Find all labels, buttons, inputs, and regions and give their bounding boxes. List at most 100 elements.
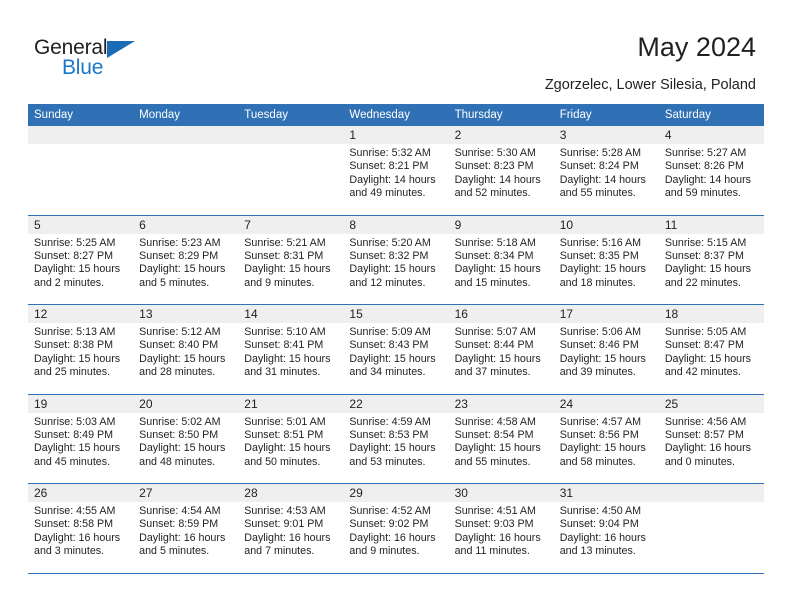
day-details: Sunrise: 4:53 AM Sunset: 9:01 PM Daylight:… [238,502,343,559]
calendar-day-cell[interactable]: 16 Sunrise: 5:07 AM Sunset: 8:44 PM Dayligh… [448,305,554,394]
day-detail-line: Sunrise: 4:57 AM [559,415,642,428]
day-detail-line: Sunset: 8:50 PM [139,428,219,441]
calendar-grid: Sunday Monday Tuesday Wednesday Thursday Frid… [28,104,764,574]
day-number-band: 6 [133,215,239,234]
day-details: Sunrise: 5:09 AM Sunset: 8:43 PM Daylight:… [343,323,448,380]
day-detail-line: and 49 minutes. [349,187,426,200]
day-detail-line: Sunset: 8:49 PM [34,428,114,441]
calendar-day-cell[interactable]: 9 Sunrise: 5:18 AM Sunset: 8:34 PM Daylight… [448,215,554,305]
calendar-day-cell[interactable]: 13 Sunrise: 5:12 AM Sunset: 8:40 PM Dayligh… [133,305,239,394]
calendar-day-cell[interactable]: 25 Sunrise: 4:56 AM Sunset: 8:57 PM Dayligh… [658,394,764,484]
day-detail-line: and 5 minutes. [139,276,210,289]
day-detail-line: Daylight: 16 hours [454,531,541,544]
calendar-day-cell[interactable]: 30 Sunrise: 4:51 AM Sunset: 9:03 PM Dayligh… [448,484,554,573]
weekday-header-tuesday: Tuesday [244,109,288,121]
day-detail-line: Sunrise: 5:02 AM [139,415,221,428]
day-number: 2 [454,128,462,142]
day-details: Sunrise: 5:15 AM Sunset: 8:37 PM Daylight:… [659,234,764,291]
day-number-band: 27 [133,484,239,502]
calendar-day-cell[interactable]: 28 Sunrise: 4:53 AM Sunset: 9:01 PM Dayligh… [238,484,344,573]
calendar-day-cell[interactable]: 6 Sunrise: 5:23 AM Sunset: 8:29 PM Daylight… [133,215,239,305]
calendar-day-cell[interactable]: 3 Sunrise: 5:28 AM Sunset: 8:24 PM Daylight… [553,126,659,215]
day-details: Sunrise: 5:32 AM Sunset: 8:21 PM Daylight:… [343,144,448,201]
general-blue-logo[interactable]: General Blue [34,36,174,84]
day-number-band: 17 [553,305,659,323]
day-number-band: 1 [343,126,449,144]
day-number-band: 21 [238,394,344,413]
calendar-day-cell[interactable]: 5 Sunrise: 5:25 AM Sunset: 8:27 PM Daylight… [28,215,134,305]
calendar-day-cell[interactable]: 19 Sunrise: 5:03 AM Sunset: 8:49 PM Dayligh… [28,394,134,484]
calendar-day-cell[interactable]: 11 Sunrise: 5:15 AM Sunset: 8:37 PM Dayligh… [658,215,764,305]
calendar-day-cell[interactable]: 2 Sunrise: 5:30 AM Sunset: 8:23 PM Daylight… [448,126,554,215]
day-number-band: 20 [133,394,239,413]
day-detail-line: and 55 minutes. [559,187,636,200]
calendar-day-cell[interactable]: 20 Sunrise: 5:02 AM Sunset: 8:50 PM Dayligh… [133,394,239,484]
calendar-day-cell[interactable]: 8 Sunrise: 5:20 AM Sunset: 8:32 PM Daylight… [343,215,449,305]
calendar-day-cell[interactable]: 31 Sunrise: 4:50 AM Sunset: 9:04 PM Dayligh… [553,484,659,573]
day-detail-line: Sunrise: 5:30 AM [454,147,536,159]
day-detail-line: Daylight: 15 hours [139,263,226,276]
calendar-day-cell[interactable]: 29 Sunrise: 4:52 AM Sunset: 9:02 PM Dayligh… [343,484,449,573]
day-number: 26 [34,486,48,500]
day-number-band: 14 [238,305,344,323]
calendar-day-cell[interactable]: 27 Sunrise: 4:54 AM Sunset: 8:59 PM Dayligh… [133,484,239,573]
day-number-band: 2 [448,126,554,144]
day-details: Sunrise: 5:13 AM Sunset: 8:38 PM Daylight:… [28,323,133,380]
day-detail-line: Sunset: 9:03 PM [454,518,534,531]
calendar-day-cell[interactable]: 12 Sunrise: 5:13 AM Sunset: 8:38 PM Dayligh… [28,305,134,394]
calendar-week-row: 26 Sunrise: 4:55 AM Sunset: 8:58 PM Dayligh… [28,484,764,574]
calendar-day-cell[interactable]: 17 Sunrise: 5:06 AM Sunset: 8:46 PM Dayligh… [553,305,659,394]
day-number: 12 [34,307,48,321]
day-detail-line: Daylight: 15 hours [664,263,751,276]
day-detail-line: Sunset: 8:23 PM [454,160,534,173]
day-detail-line: Sunrise: 4:52 AM [349,505,431,517]
day-detail-line: Daylight: 15 hours [664,352,751,365]
day-detail-line: Sunset: 8:40 PM [139,339,219,352]
day-number: 7 [244,217,251,232]
day-number-band: 29 [343,484,449,502]
calendar-week-row: 1 Sunrise: 5:32 AM Sunset: 8:21 PM Daylight… [28,126,764,216]
calendar-day-cell[interactable]: 1 Sunrise: 5:32 AM Sunset: 8:21 PM Daylight… [343,126,449,215]
day-number-band: 11 [658,215,764,234]
day-detail-line: Sunset: 9:01 PM [244,518,324,531]
calendar-day-cell[interactable]: 26 Sunrise: 4:55 AM Sunset: 8:58 PM Dayligh… [28,484,134,573]
day-detail-line: and 2 minutes. [34,276,105,289]
day-number: 16 [454,307,468,321]
calendar-day-cell[interactable]: 23 Sunrise: 4:58 AM Sunset: 8:54 PM Dayligh… [448,394,554,484]
calendar-day-cell[interactable]: 14 Sunrise: 5:10 AM Sunset: 8:41 PM Dayligh… [238,305,344,394]
day-detail-line: and 12 minutes. [349,276,426,289]
day-detail-line: Daylight: 14 hours [559,173,646,186]
calendar-day-cell[interactable]: 15 Sunrise: 5:09 AM Sunset: 8:43 PM Dayligh… [343,305,449,394]
day-details: Sunrise: 5:20 AM Sunset: 8:32 PM Daylight:… [343,234,448,291]
day-detail-line: Sunset: 8:54 PM [454,428,534,441]
calendar-day-cell[interactable]: 4 Sunrise: 5:27 AM Sunset: 8:26 PM Daylight… [658,126,764,215]
calendar-day-cell[interactable]: 18 Sunrise: 5:05 AM Sunset: 8:47 PM Dayligh… [658,305,764,394]
day-detail-line: Daylight: 15 hours [559,442,646,455]
day-detail-line: Sunset: 8:37 PM [664,249,744,262]
day-detail-line: Sunrise: 5:27 AM [664,147,747,159]
day-detail-line: Daylight: 15 hours [34,442,121,455]
day-detail-line: Sunrise: 4:53 AM [244,505,326,517]
day-detail-line: Daylight: 15 hours [139,442,226,455]
calendar-day-cell[interactable]: 10 Sunrise: 5:16 AM Sunset: 8:35 PM Dayligh… [553,215,659,305]
day-number-band: 22 [343,394,449,413]
calendar-day-cell[interactable]: 24 Sunrise: 4:57 AM Sunset: 8:56 PM Dayligh… [553,394,659,484]
calendar-day-cell[interactable]: 21 Sunrise: 5:01 AM Sunset: 8:51 PM Dayligh… [238,394,344,484]
day-detail-line: Daylight: 15 hours [349,352,436,365]
day-number: 21 [244,396,258,411]
day-number: 15 [349,307,363,321]
day-detail-line: Sunrise: 5:01 AM [244,415,326,428]
day-number: 10 [559,217,574,232]
day-detail-line: Daylight: 15 hours [454,352,541,365]
weekday-header-sunday: Sunday [34,109,74,121]
day-detail-line: Sunrise: 5:03 AM [34,415,116,428]
calendar-day-cell[interactable]: 22 Sunrise: 4:59 AM Sunset: 8:53 PM Dayligh… [343,394,449,484]
day-detail-line: Sunset: 8:58 PM [34,518,114,531]
day-detail-line: Sunset: 8:41 PM [244,339,324,352]
weekday-header-wednesday: Wednesday [349,109,410,121]
day-detail-line: and 59 minutes. [664,187,741,200]
day-details: Sunrise: 5:10 AM Sunset: 8:41 PM Daylight:… [238,323,343,380]
day-details: Sunrise: 5:01 AM Sunset: 8:51 PM Daylight:… [238,413,343,470]
calendar-day-cell[interactable]: 7 Sunrise: 5:21 AM Sunset: 8:31 PM Daylight… [238,215,344,305]
day-number-band: 9 [448,215,554,234]
